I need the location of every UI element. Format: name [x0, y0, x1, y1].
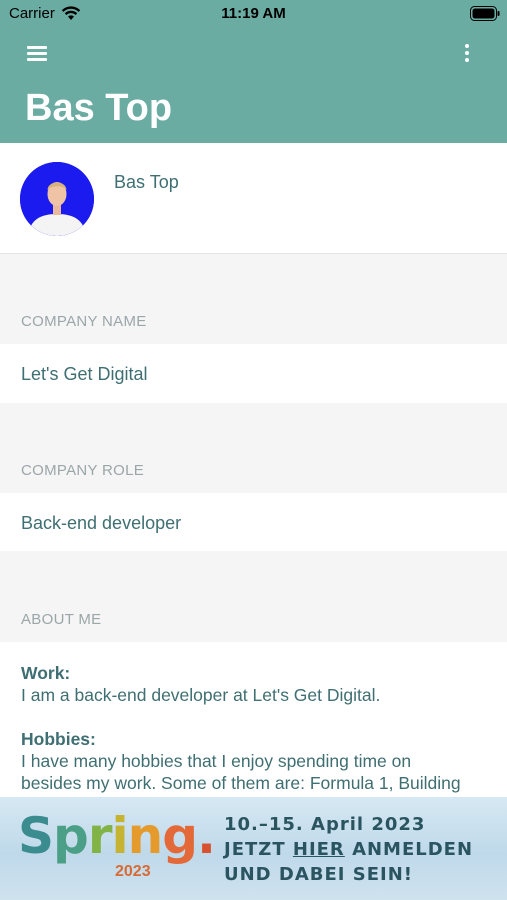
- battery-icon: [470, 6, 500, 21]
- banner-link[interactable]: HIER: [293, 839, 345, 860]
- hobbies-text-line1: I have many hobbies that I enjoy spendin…: [21, 751, 412, 771]
- company-role-value: Back-end developer: [21, 513, 182, 533]
- banner-date: 10.–15. April 2023: [224, 814, 426, 835]
- person-photo-icon: [20, 162, 94, 236]
- avatar[interactable]: [20, 162, 94, 236]
- banner-subline: UND DABEI SEIN!: [224, 864, 413, 885]
- app-header: Carrier 11:19 AM Bas Top: [0, 0, 507, 143]
- company-role-field[interactable]: Back-end developer: [0, 493, 507, 551]
- spring-logo: Spring.: [18, 807, 216, 865]
- hobbies-text-line2: besides my work. Some of them are: Formu…: [21, 773, 461, 793]
- company-name-field[interactable]: Let's Get Digital: [0, 344, 507, 403]
- page-title: Bas Top: [25, 87, 173, 129]
- hamburger-menu-icon[interactable]: [27, 44, 49, 62]
- company-role-label: COMPANY ROLE: [21, 462, 145, 479]
- about-me-label: ABOUT ME: [21, 611, 102, 628]
- work-heading: Work:: [21, 663, 71, 683]
- profile-card: Bas Top: [0, 143, 507, 254]
- spring-year: 2023: [115, 863, 151, 880]
- more-options-icon[interactable]: [457, 42, 477, 64]
- company-name-value: Let's Get Digital: [21, 364, 148, 384]
- status-bar: Carrier 11:19 AM: [0, 0, 507, 28]
- ad-banner[interactable]: Spring. 2023 10.–15. April 2023 JETZT HI…: [0, 797, 507, 900]
- profile-name: Bas Top: [114, 172, 179, 192]
- hobbies-heading: Hobbies:: [21, 729, 96, 749]
- company-name-label: COMPANY NAME: [21, 313, 147, 330]
- status-time: 11:19 AM: [221, 5, 286, 22]
- banner-cta: JETZT HIER ANMELDEN: [224, 839, 474, 860]
- work-text: I am a back-end developer at Let's Get D…: [21, 685, 381, 705]
- about-me-field[interactable]: Work: I am a back-end developer at Let's…: [0, 642, 507, 802]
